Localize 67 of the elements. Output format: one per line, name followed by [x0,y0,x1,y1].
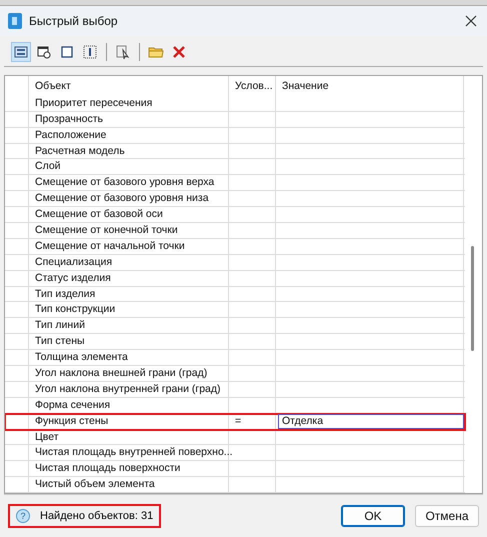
table-row[interactable]: Угол наклона внешней грани (град) [5,366,465,382]
table-cell-text: Чистый объем элемента [34,477,156,492]
table-row[interactable]: Тип линий [5,318,465,334]
table-cell-text: Тип конструкции [34,302,116,318]
status-text: Найдено объектов: 31 [40,510,154,522]
table-row[interactable]: Статус изделия [5,270,465,287]
app-icon [8,13,22,29]
table-row[interactable]: Тип конструкции [5,302,465,318]
table-cell-text: Чистая площадь внутренней поверхно... [34,445,234,460]
table-cell-text: Смещение от базовой оси [34,207,164,222]
table-cell-text: Статус изделия [34,270,112,286]
square-icon [59,44,75,60]
column-header[interactable]: Объект [32,76,74,96]
table-row[interactable]: Форма сечения [5,398,465,414]
value-input-field[interactable]: Отделка [278,414,464,429]
table-row[interactable]: Прозрачность [5,112,465,128]
table-row[interactable]: Смещение от базового уровня низа [5,191,465,208]
close-icon[interactable] [465,15,477,27]
table-cell-text: = [234,414,242,429]
table-row[interactable]: Слой [5,159,465,176]
table-cell-text: Угол наклона внешней грани (град) [34,366,208,381]
scrollbar-thumb[interactable] [471,246,474,351]
table-cell-text: Смещение от базового уровня верха [34,175,216,190]
table-cell-text: Смещение от конечной точки [34,222,179,238]
table-cell-text: Слой [34,159,62,174]
list-view-icon [13,44,29,60]
table-cell-text: Функция стены [34,414,110,429]
table-cell-text: Прозрачность [34,112,104,127]
table-cell-text: Тип стены [34,334,86,350]
table-row[interactable]: Чистая площадь поверхности [5,461,465,478]
table-cell-text: Расчетная модель [34,144,126,159]
cursor-select-icon [115,44,131,60]
table-row[interactable]: Тип стены [5,334,465,350]
table-cell-text: Цвет [34,430,60,445]
table-row[interactable]: Угол наклона внутренней грани (град) [5,382,465,398]
table-row[interactable]: Смещение от базового уровня верха [5,175,465,192]
table-cell-text: Расположение [34,128,108,143]
table-cell-text: Чистая площадь поверхности [34,461,182,476]
table-row[interactable]: Чистый объем элемента [5,477,465,493]
table-cell-text: Смещение от начальной точки [34,238,186,254]
table-row[interactable]: Смещение от конечной точки [5,222,465,239]
table-row[interactable]: Смещение от базовой оси [5,207,465,223]
table-cell-text: Угол наклона внутренней грани (град) [34,382,222,397]
cancel-button[interactable]: Отмена [415,505,479,527]
ok-button[interactable]: OK [341,505,405,527]
window-icon [36,44,52,60]
table-cell-text: Тип изделия [34,286,96,302]
table-row[interactable]: Тип изделия [5,286,465,302]
table-cell-text: Смещение от базового уровня низа [34,191,210,206]
help-icon[interactable]: ? [16,509,30,523]
table-row[interactable]: Чистая площадь внутренней поверхно... [5,445,465,462]
column-header[interactable]: Услов... [232,76,276,96]
column-header[interactable]: Значение [279,76,332,96]
window-title: Быстрый выбор [29,14,119,28]
table-cell-text: Специализация [34,254,114,270]
dotted-box-icon [82,44,98,60]
table-row[interactable]: Расчетная модель [5,144,465,160]
table-row[interactable]: Приоритет пересечения [5,96,465,112]
table-cell-text: Тип линий [34,318,86,334]
table-cell-text: Толщина элемента [34,350,129,366]
table-cell-text: Форма сечения [34,398,112,413]
delete-icon [171,44,187,60]
table-row[interactable]: Толщина элемента [5,350,465,366]
table-row[interactable]: Расположение [5,128,465,144]
table-row[interactable]: Смещение от начальной точки [5,238,465,255]
table-cell-text: Приоритет пересечения [34,96,154,111]
table-row[interactable]: Специализация [5,254,465,271]
